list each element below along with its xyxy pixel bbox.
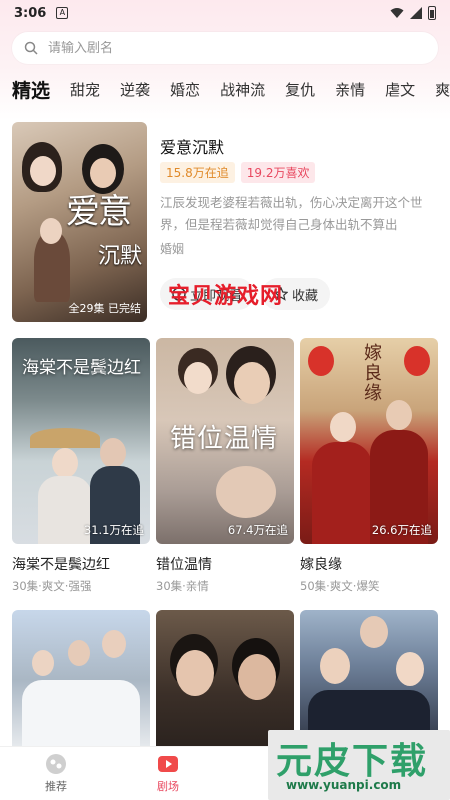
follow-count-badge: 15.8万在追 (160, 162, 235, 183)
theater-icon (158, 756, 178, 772)
drama-poster[interactable] (12, 610, 150, 750)
status-bar: 3:06 A (0, 0, 450, 26)
nav-recommend[interactable]: 推荐 (0, 753, 112, 794)
poster-face (30, 156, 56, 186)
poster-face (238, 654, 276, 700)
poster-title-text: 海棠不是鬓边红 (22, 358, 141, 378)
tab-featured[interactable]: 精选 (12, 76, 50, 103)
episode-count: 全29集 已完结 (68, 302, 142, 315)
drama-grid-row (12, 610, 438, 750)
watermark-text: 宝贝游戏网 (168, 284, 284, 309)
drama-meta: 50集·爽文·爆笑 (300, 579, 380, 593)
poster-face (32, 650, 54, 676)
featured-title: 爱意沉默 (160, 138, 225, 157)
drama-poster[interactable] (156, 610, 294, 750)
recommend-icon (46, 754, 66, 774)
tab-revenge[interactable]: 复仇 (285, 79, 315, 100)
drama-poster[interactable]: 海棠不是鬓边红 31.1万在追 (12, 338, 150, 544)
tab-comeback[interactable]: 逆袭 (120, 79, 150, 100)
poster-face (176, 650, 214, 696)
category-tabs: 精选 甜宠 逆袭 婚恋 战神流 复仇 亲情 虐文 爽文 (0, 74, 450, 104)
drama-title[interactable]: 错位温情 (156, 554, 212, 574)
drama-meta: 30集·爽文·强强 (12, 579, 92, 593)
poster-title-text: 错位温情 (170, 424, 279, 454)
views-count: 26.6万在追 (371, 523, 432, 537)
poster-face (330, 412, 356, 442)
poster-face (184, 362, 212, 394)
drama-title[interactable]: 海棠不是鬓边红 (12, 554, 110, 574)
drama-poster[interactable] (300, 610, 438, 750)
poster-face (320, 648, 350, 684)
battery-icon (428, 6, 436, 20)
poster-title-text: 沉默 (98, 244, 143, 269)
search-bar[interactable] (12, 32, 438, 64)
featured-poster[interactable]: 爱意 沉默 全29集 已完结 (12, 122, 147, 322)
search-icon (24, 41, 38, 55)
poster-face (386, 400, 412, 430)
drama-card[interactable]: 嫁良缘 26.6万在追 嫁良缘 50集·爽文·爆笑 (300, 338, 438, 593)
site-logo-url: www.yuanpi.com (286, 778, 402, 792)
poster-figure (22, 680, 140, 750)
drama-poster[interactable]: 错位温情 67.4万在追 (156, 338, 294, 544)
featured-tags: 15.8万在追 19.2万喜欢 (160, 162, 316, 183)
signal-icon (410, 7, 422, 19)
nav-theater-label: 剧场 (157, 780, 179, 793)
poster-title-text: 嫁良缘 (364, 343, 382, 404)
site-logo-text: 元皮下载 (276, 741, 429, 782)
featured-description: 江辰发现老婆程若薇出轨，伤心决定离开这个世界，但是程若薇却觉得自己身体出轨不算出… (160, 195, 423, 232)
search-input[interactable] (48, 40, 408, 56)
poster-face (216, 466, 276, 518)
wifi-icon (390, 8, 404, 18)
poster-face (40, 218, 62, 244)
poster-face (396, 652, 424, 686)
featured-genre: 婚姻 (160, 242, 185, 256)
notification-a-icon: A (56, 7, 69, 19)
nav-recommend-label: 推荐 (45, 780, 67, 793)
tab-marriage[interactable]: 婚恋 (170, 79, 200, 100)
tab-war-god[interactable]: 战神流 (220, 79, 265, 100)
site-logo-overlay: 元皮下载 www.yuanpi.com (268, 730, 450, 800)
nav-theater[interactable]: 剧场 (112, 753, 224, 794)
poster-lantern (308, 346, 334, 376)
views-count: 67.4万在追 (227, 523, 288, 537)
tab-tragic[interactable]: 虐文 (385, 79, 415, 100)
drama-card[interactable]: 错位温情 67.4万在追 错位温情 30集·亲情 (156, 338, 294, 593)
drama-card[interactable]: 海棠不是鬓边红 31.1万在追 海棠不是鬓边红 30集·爽文·强强 (12, 338, 150, 593)
status-time: 3:06 (14, 5, 47, 21)
poster-face (68, 640, 90, 666)
views-count: 31.1万在追 (83, 523, 144, 537)
poster-face (234, 362, 270, 404)
poster-figure (312, 442, 372, 544)
poster-face (52, 448, 78, 478)
poster-lantern (404, 346, 430, 376)
drama-poster[interactable]: 嫁良缘 26.6万在追 (300, 338, 438, 544)
poster-umbrella (30, 428, 100, 448)
like-count-badge: 19.2万喜欢 (240, 162, 316, 183)
collect-label: 收藏 (292, 288, 319, 304)
poster-title-text: 爱意 (66, 192, 132, 232)
poster-face (360, 616, 388, 648)
tab-family[interactable]: 亲情 (335, 79, 365, 100)
poster-face (102, 630, 126, 658)
tab-satisfying[interactable]: 爽文 (435, 79, 450, 100)
tab-sweet[interactable]: 甜宠 (70, 79, 100, 100)
drama-title[interactable]: 嫁良缘 (300, 554, 342, 574)
poster-face (100, 438, 126, 468)
drama-meta: 30集·亲情 (156, 579, 209, 593)
